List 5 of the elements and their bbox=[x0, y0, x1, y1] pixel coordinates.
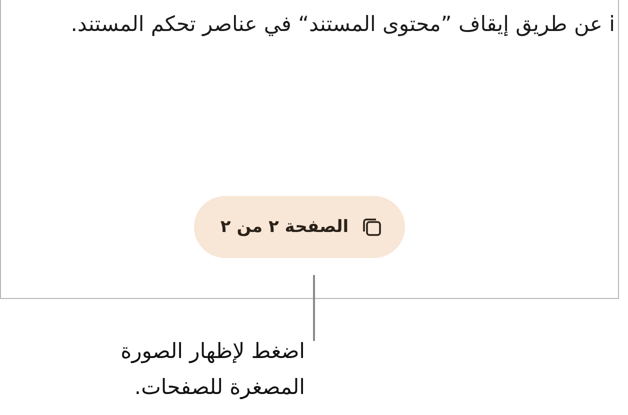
copy-icon bbox=[360, 216, 383, 238]
page-indicator-button[interactable]: الصفحة ٢ من ٢ bbox=[194, 196, 405, 258]
document-text: i عن طريق إيقاف ”محتوى المستند“ في عناصر تحكم المستند. bbox=[70, 12, 615, 36]
callout-text: اضغط لإظهار الصورة المصغرة للصفحات. bbox=[120, 338, 305, 402]
leader-line bbox=[313, 275, 315, 341]
